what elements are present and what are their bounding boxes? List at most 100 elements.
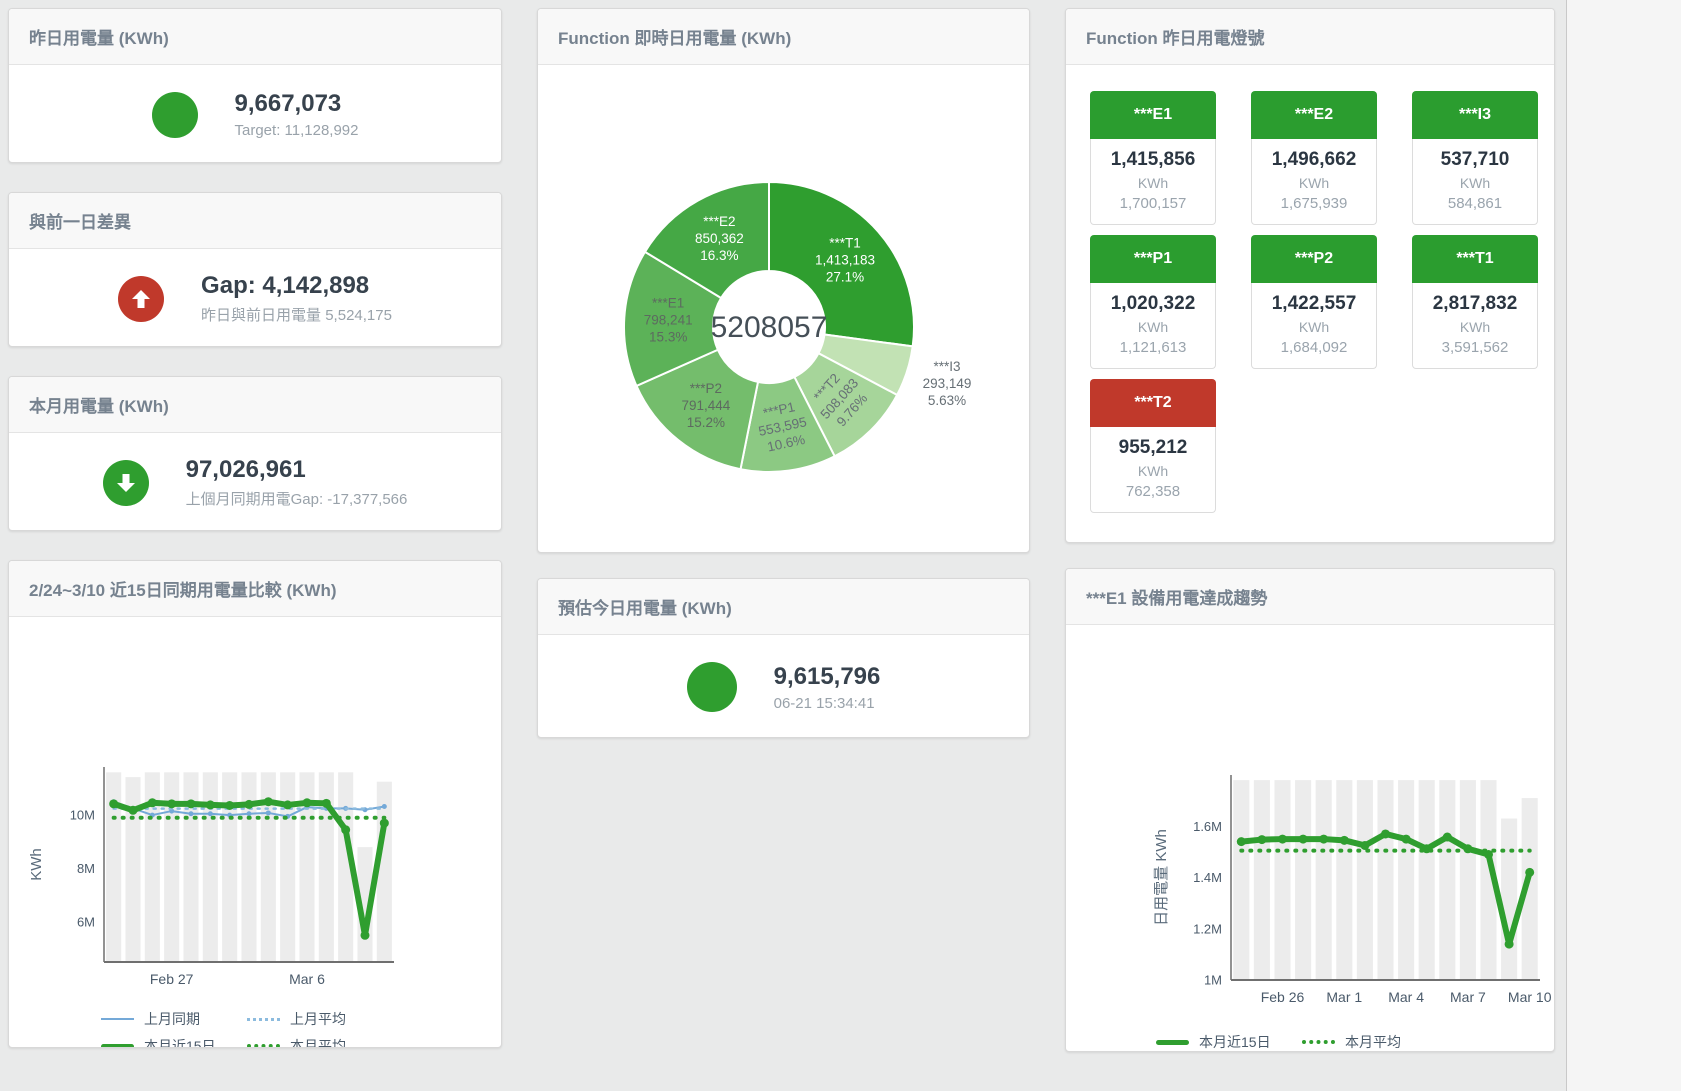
- card-header: 2/24~3/10 近15日同期用電量比較 (KWh): [9, 561, 501, 617]
- card-month-usage: 本月用電量 (KWh) 97,026,961 上個月同期用電Gap: -17,3…: [8, 376, 502, 531]
- tile-header: ***P1: [1090, 235, 1216, 283]
- card-title: 本月用電量 (KWh): [29, 397, 169, 416]
- legend-label: 上月平均: [290, 1009, 346, 1029]
- tile-header: ***E2: [1251, 91, 1377, 139]
- arrow-down-circle-icon: [103, 460, 149, 506]
- tile-unit: KWh: [1256, 319, 1372, 335]
- svg-text:293,149: 293,149: [923, 376, 972, 391]
- legend-row: 上月同期 上月平均: [101, 1009, 501, 1029]
- tile-body: 1,415,856 KWh 1,700,157: [1090, 139, 1216, 225]
- tile-body: 1,020,322 KWh 1,121,613: [1090, 283, 1216, 369]
- status-tile-p2: ***P2 1,422,557 KWh 1,684,092: [1251, 235, 1377, 369]
- tile-header: ***P2: [1251, 235, 1377, 283]
- svg-text:10M: 10M: [70, 808, 95, 823]
- card-15day-comparison: 2/24~3/10 近15日同期用電量比較 (KWh) 6M8M10MFeb 2…: [8, 560, 502, 1048]
- status-tile-i3: ***I3 537,710 KWh 584,861: [1412, 91, 1538, 225]
- tile-header: ***T1: [1412, 235, 1538, 283]
- tile-target: 1,675,939: [1256, 195, 1372, 212]
- legend-item-this-month-15days[interactable]: 本月近15日: [1156, 1032, 1302, 1052]
- svg-text:***E2: ***E2: [703, 214, 735, 229]
- tile-target: 1,684,092: [1256, 339, 1372, 356]
- stat-subtitle: 昨日與前日用電量 5,524,175: [201, 304, 392, 325]
- card-header: Function 昨日用電燈號: [1066, 9, 1554, 65]
- tile-body: 2,817,832 KWh 3,591,562: [1412, 283, 1538, 369]
- tile-body: 1,422,557 KWh 1,684,092: [1251, 283, 1377, 369]
- stat-value: 97,026,961: [186, 456, 408, 484]
- svg-text:KWh: KWh: [28, 848, 45, 881]
- compare-line-chart[interactable]: 6M8M10MFeb 27Mar 6KWh: [9, 617, 501, 1002]
- status-ok-circle-icon: [152, 92, 198, 138]
- card-header: ***E1 設備用電達成趨勢: [1066, 569, 1554, 625]
- e1-trend-line-chart[interactable]: 1M1.2M1.4M1.6MFeb 26Mar 1Mar 4Mar 7Mar 1…: [1066, 625, 1554, 1025]
- stat-timestamp: 06-21 15:34:41: [774, 695, 881, 712]
- tile-unit: KWh: [1256, 175, 1372, 191]
- card-body: Gap: 4,142,898 昨日與前日用電量 5,524,175: [9, 249, 501, 347]
- function-usage-donut-chart[interactable]: ***T11,413,18327.1%***I3293,1495.63%***T…: [538, 65, 1029, 553]
- stat-text: 9,667,073 Target: 11,128,992: [235, 90, 359, 139]
- card-title: ***E1 設備用電達成趨勢: [1086, 589, 1267, 608]
- card-header: 與前一日差異: [9, 193, 501, 249]
- card-function-status-lights: Function 昨日用電燈號 ***E1 1,415,856 KWh 1,70…: [1065, 8, 1555, 543]
- legend-item-this-month-average[interactable]: 本月平均: [1302, 1032, 1448, 1052]
- legend-row: 本月近15日 本月平均: [1156, 1032, 1554, 1052]
- tile-value: 537,710: [1417, 149, 1533, 171]
- tile-header: ***E1: [1090, 91, 1216, 139]
- tile-value: 1,422,557: [1256, 293, 1372, 315]
- card-yesterday-usage: 昨日用電量 (KWh) 9,667,073 Target: 11,128,992: [8, 8, 502, 163]
- svg-text:***T1: ***T1: [829, 236, 861, 251]
- svg-text:5.63%: 5.63%: [928, 393, 966, 408]
- svg-text:16.3%: 16.3%: [700, 248, 738, 263]
- card-body: 1M1.2M1.4M1.6MFeb 26Mar 1Mar 4Mar 7Mar 1…: [1066, 625, 1554, 1052]
- svg-text:1.4M: 1.4M: [1193, 870, 1222, 885]
- middle-column: Function 即時日用電量 (KWh) ***T11,413,18327.1…: [537, 8, 1030, 1083]
- stat-subtitle: 上個月同期用電Gap: -17,377,566: [186, 488, 408, 509]
- status-ok-circle-icon: [687, 662, 737, 712]
- svg-text:27.1%: 27.1%: [826, 270, 864, 285]
- legend-item-last-month-same-period[interactable]: 上月同期: [101, 1009, 247, 1029]
- tile-unit: KWh: [1417, 175, 1533, 191]
- legend-label: 本月近15日: [144, 1036, 216, 1048]
- card-header: 本月用電量 (KWh): [9, 377, 501, 433]
- card-title: 昨日用電量 (KWh): [29, 29, 169, 48]
- tile-unit: KWh: [1095, 175, 1211, 191]
- card-e1-trend: ***E1 設備用電達成趨勢 1M1.2M1.4M1.6MFeb 26Mar 1…: [1065, 568, 1555, 1052]
- svg-text:6M: 6M: [77, 914, 95, 929]
- trend-legend: 本月近15日 本月平均 Target: [1066, 1032, 1554, 1052]
- tile-body: 1,496,662 KWh 1,675,939: [1251, 139, 1377, 225]
- card-function-realtime-usage: Function 即時日用電量 (KWh) ***T11,413,18327.1…: [537, 8, 1030, 553]
- card-body: 9,667,073 Target: 11,128,992: [9, 65, 501, 163]
- tile-target: 584,861: [1417, 195, 1533, 212]
- svg-text:1M: 1M: [1204, 973, 1222, 988]
- left-column: 昨日用電量 (KWh) 9,667,073 Target: 11,128,992…: [8, 8, 502, 1083]
- tile-target: 1,121,613: [1095, 339, 1211, 356]
- status-tile-t1: ***T1 2,817,832 KWh 3,591,562: [1412, 235, 1538, 369]
- svg-text:5208057: 5208057: [711, 311, 828, 344]
- card-title: 2/24~3/10 近15日同期用電量比較 (KWh): [29, 581, 337, 600]
- card-body: ***T11,413,18327.1%***I3293,1495.63%***T…: [538, 65, 1029, 553]
- arrow-up-circle-icon: [118, 276, 164, 322]
- tile-header: ***T2: [1090, 379, 1216, 427]
- legend-item-this-month-15days[interactable]: 本月近15日: [101, 1036, 247, 1048]
- legend-row: 本月近15日 本月平均: [101, 1036, 501, 1048]
- stat-value: Gap: 4,142,898: [201, 272, 392, 300]
- svg-text:***P2: ***P2: [690, 381, 722, 396]
- legend-item-this-month-average[interactable]: 本月平均: [247, 1036, 393, 1048]
- card-header: 預估今日用電量 (KWh): [538, 579, 1029, 635]
- legend-item-last-month-average[interactable]: 上月平均: [247, 1009, 393, 1029]
- compare-legend: 上月同期 上月平均 本月近15日: [9, 1009, 501, 1048]
- tile-value: 1,415,856: [1095, 149, 1211, 171]
- tile-body: 955,212 KWh 762,358: [1090, 427, 1216, 513]
- svg-text:15.3%: 15.3%: [649, 330, 687, 345]
- tile-unit: KWh: [1095, 319, 1211, 335]
- stat-text: 97,026,961 上個月同期用電Gap: -17,377,566: [186, 456, 408, 509]
- svg-text:Feb 27: Feb 27: [150, 971, 194, 987]
- green-dotted-swatch-icon: [1302, 1040, 1335, 1044]
- svg-text:***E1: ***E1: [652, 296, 684, 311]
- status-tile-e2: ***E2 1,496,662 KWh 1,675,939: [1251, 91, 1377, 225]
- legend-label: 上月同期: [144, 1009, 200, 1029]
- tile-value: 955,212: [1095, 437, 1211, 459]
- tile-target: 762,358: [1095, 483, 1211, 500]
- tile-value: 2,817,832: [1417, 293, 1533, 315]
- stat-value: 9,615,796: [774, 663, 881, 691]
- svg-text:798,241: 798,241: [644, 313, 693, 328]
